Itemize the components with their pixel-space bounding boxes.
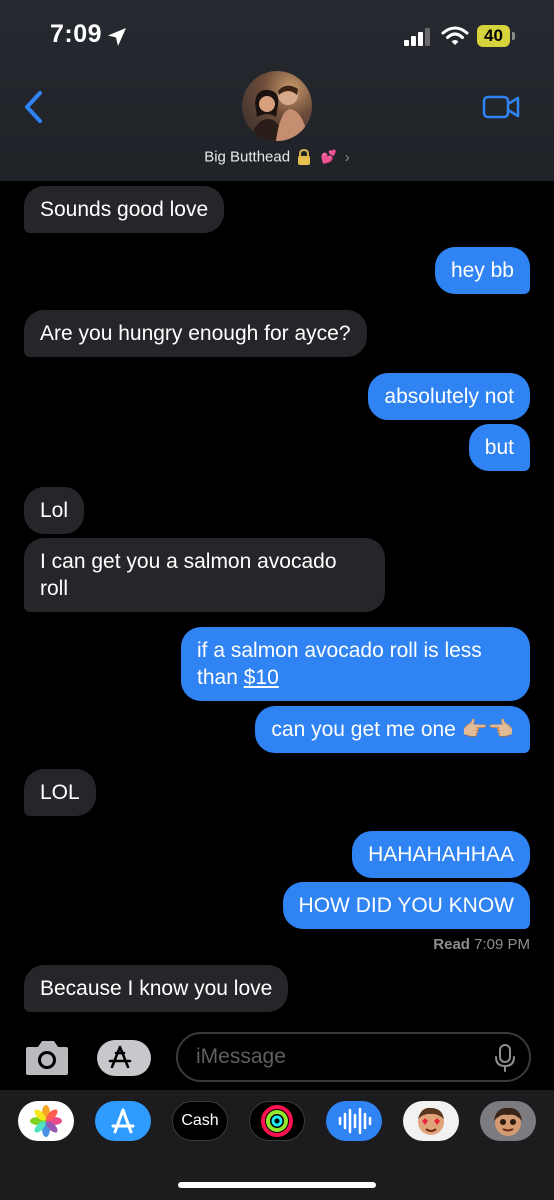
message-incoming[interactable]: Because I know you love [24, 965, 289, 1012]
read-label: Read [433, 936, 470, 953]
chevron-right-icon: › [344, 148, 350, 166]
message-outgoing[interactable]: if a salmon avocado roll is less than $1… [181, 627, 530, 701]
message-incoming[interactable]: Are you hungry enough for ayce? [24, 310, 367, 357]
message-incoming[interactable]: LOL [24, 769, 96, 816]
app-store-drawer-button[interactable] [95, 1101, 151, 1141]
app-store-button[interactable] [97, 1040, 151, 1076]
battery-icon: 40 [477, 25, 517, 47]
amount-link[interactable]: $10 [244, 666, 279, 689]
read-receipt: Read 7:09 PM [433, 936, 530, 953]
avatar-photo [250, 85, 308, 141]
app-store-icon [111, 1108, 135, 1134]
signal-icon [404, 28, 430, 46]
apple-cash-button[interactable]: Cash [172, 1101, 228, 1141]
location-arrow-icon [108, 28, 126, 46]
status-time: 7:09 [50, 20, 103, 48]
message-input[interactable] [176, 1032, 531, 1082]
message-text: if a salmon avocado roll is less than [197, 639, 482, 689]
contact-name-button[interactable]: Big Butthead 💕 › [0, 148, 554, 166]
message-incoming[interactable]: I can get you a salmon avocado roll [24, 538, 385, 612]
conversation-header: 7:09 40 Big Butthead 💕 › [0, 0, 554, 181]
message-outgoing[interactable]: but [468, 424, 530, 471]
app-store-icon [108, 1045, 132, 1069]
message-outgoing[interactable]: hey bb [434, 247, 530, 294]
memoji-face-icon [418, 1107, 444, 1135]
video-camera-icon[interactable] [482, 94, 520, 120]
memoji-avatar-icon [494, 1107, 522, 1136]
memoji-stickers-button[interactable] [403, 1101, 459, 1141]
fitness-app-button[interactable] [249, 1101, 305, 1141]
message-outgoing[interactable]: HOW DID YOU KNOW [282, 882, 530, 929]
memoji-button[interactable] [480, 1101, 536, 1141]
apple-cash-label: Cash [181, 1112, 219, 1129]
audio-message-button[interactable] [326, 1101, 382, 1141]
activity-rings-icon [261, 1105, 293, 1137]
read-time: 7:09 PM [474, 936, 530, 953]
message-outgoing[interactable]: HAHAHAHHAA [352, 831, 530, 878]
message-outgoing[interactable]: can you get me one 👉🏼👈🏼 [255, 706, 530, 753]
lock-icon [298, 149, 311, 166]
message-incoming[interactable]: Lol [24, 487, 85, 534]
message-outgoing[interactable]: absolutely not [368, 373, 530, 420]
contact-avatar[interactable] [242, 71, 312, 141]
message-incoming[interactable]: Sounds good love [24, 186, 225, 233]
back-chevron-icon[interactable] [20, 90, 46, 124]
battery-level: 40 [477, 25, 510, 47]
photos-app-button[interactable] [18, 1101, 74, 1141]
home-indicator[interactable] [178, 1182, 376, 1188]
wifi-icon [441, 26, 469, 45]
photos-icon [30, 1105, 62, 1137]
waveform-icon [338, 1107, 372, 1135]
contact-name: Big Butthead [204, 148, 291, 166]
camera-icon[interactable] [24, 1037, 70, 1077]
microphone-icon[interactable] [494, 1043, 516, 1073]
heart-emoji: 💕 [320, 149, 337, 165]
